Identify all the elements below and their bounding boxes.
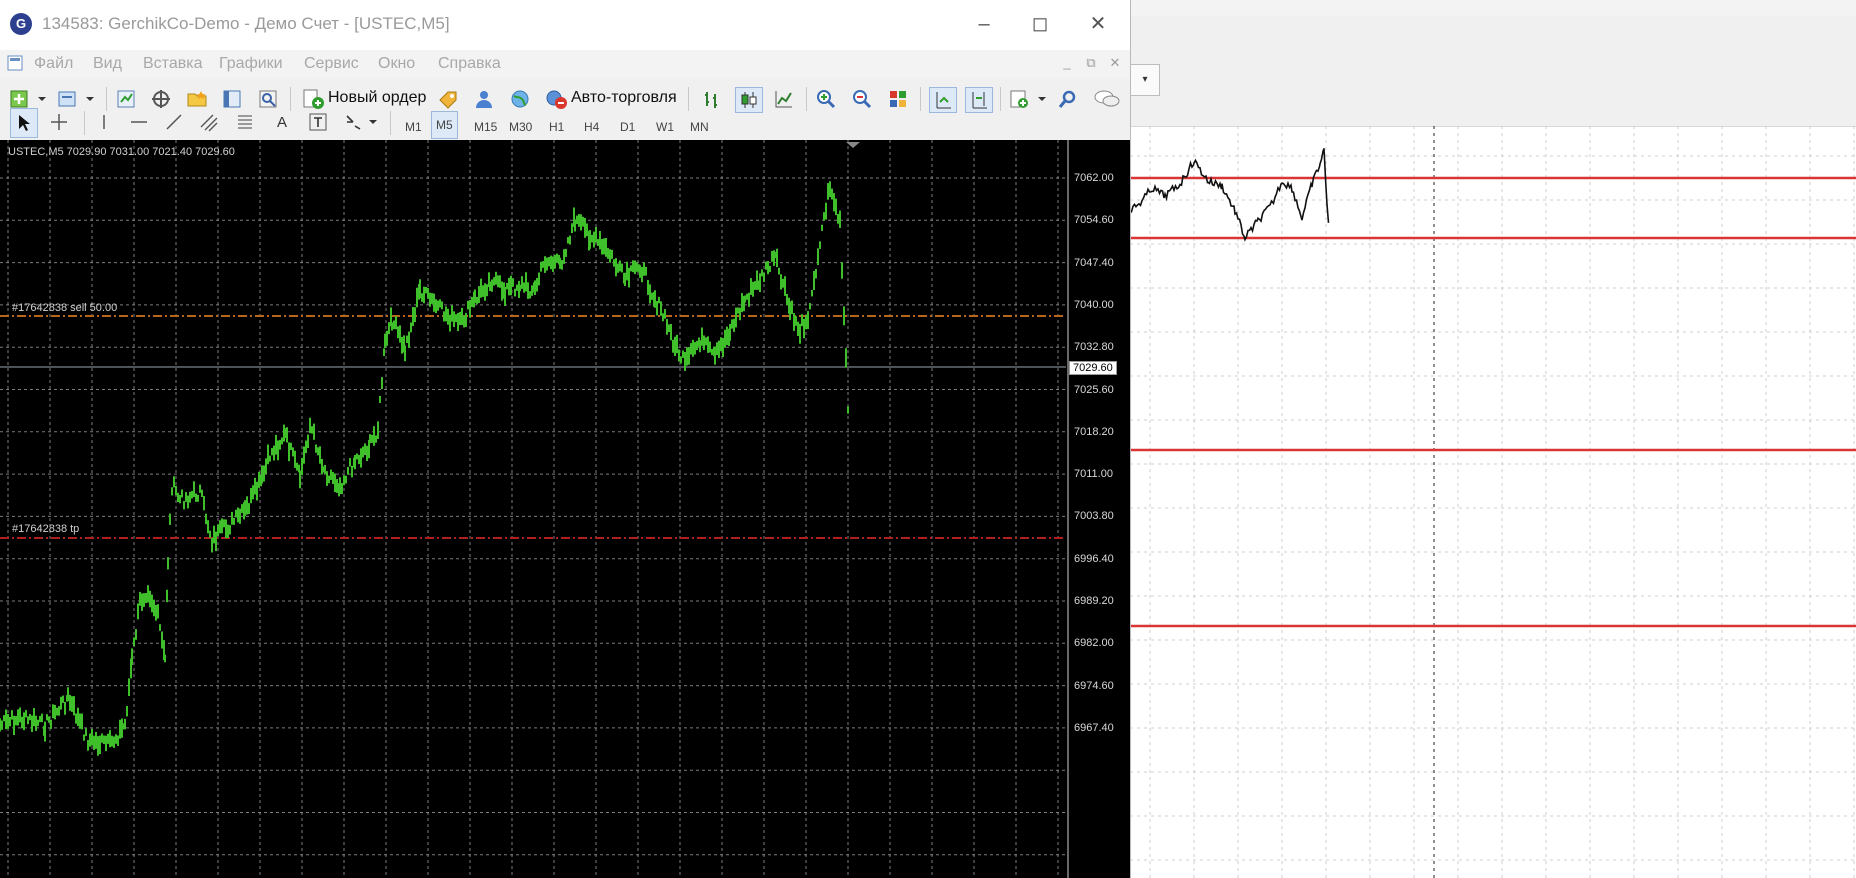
strategy-tester-icon[interactable]	[256, 88, 280, 110]
timeframe-d1[interactable]: D1	[620, 120, 635, 134]
price-tick: 6974.60	[1074, 679, 1114, 692]
candlestick-chart-icon[interactable]	[735, 87, 763, 113]
price-tick: 7025.60	[1074, 383, 1114, 396]
menu-view[interactable]: Вид	[93, 55, 122, 73]
equidistant-channel-icon[interactable]	[197, 110, 223, 134]
current-price-tag: 7029.60	[1069, 361, 1117, 375]
price-tick: 7003.80	[1074, 510, 1114, 523]
drawing-toolbar: A	[0, 108, 1130, 140]
timeframe-m1[interactable]: M1	[405, 120, 422, 134]
text-label-icon[interactable]	[306, 110, 330, 134]
new-chart-icon[interactable]	[8, 88, 48, 110]
price-chart-canvas	[0, 140, 1069, 878]
menu-tools[interactable]: Сервис	[304, 55, 359, 73]
timeframe-h1[interactable]: H1	[549, 120, 564, 134]
terminal-window: G 134583: GerchikCo-Demo - Демо Счет - […	[0, 0, 1131, 878]
title-bar: G 134583: GerchikCo-Demo - Демо Счет - […	[0, 0, 1130, 50]
menu-charts[interactable]: Графики	[219, 55, 283, 73]
menu-window[interactable]: Окно	[378, 55, 415, 73]
folder-star-icon[interactable]	[185, 88, 209, 110]
menu-bar: Файл Вид Вставка Графики Сервис Окно Спр…	[0, 50, 1130, 78]
background-chart-window: ▾	[1130, 0, 1856, 878]
minimize-button[interactable]: –	[962, 8, 1006, 40]
chat-icon[interactable]	[1092, 88, 1122, 110]
bg-toolbar: ▾	[1130, 16, 1856, 127]
price-tick: 6996.40	[1074, 552, 1114, 565]
zoom-in-icon[interactable]	[814, 88, 838, 110]
price-tick: 7011.00	[1074, 468, 1113, 481]
bg-price-line	[1130, 148, 1330, 242]
timeframe-w1[interactable]: W1	[656, 120, 674, 134]
chart-header: USTEC,M5 7029.90 7031.00 7021.40 7029.60	[8, 146, 235, 158]
navigator-icon[interactable]	[149, 88, 173, 110]
price-tick: 7054.60	[1074, 214, 1114, 227]
auto-scroll-icon[interactable]	[965, 87, 993, 113]
timeframe-h4[interactable]: H4	[584, 120, 599, 134]
auto-trading-icon[interactable]	[543, 88, 569, 110]
menu-help[interactable]: Справка	[438, 55, 501, 73]
app-logo-icon: G	[10, 13, 32, 35]
cursor-icon[interactable]	[10, 108, 38, 138]
take-profit-label: #17642838 tp	[12, 523, 80, 535]
price-tick: 7040.00	[1074, 298, 1114, 311]
terminal-panel-icon[interactable]	[220, 88, 244, 110]
trend-line-icon[interactable]	[162, 110, 186, 134]
market-globe-icon[interactable]	[508, 88, 532, 110]
price-tick: 7032.80	[1074, 341, 1114, 354]
timeframe-m5[interactable]: M5	[431, 111, 458, 139]
price-tick: 6967.40	[1074, 721, 1114, 734]
close-button[interactable]: ✕	[1076, 8, 1120, 40]
profiles-icon[interactable]	[56, 88, 96, 110]
vertical-line-icon[interactable]	[92, 110, 116, 134]
account-user-icon[interactable]	[472, 88, 496, 110]
zoom-out-icon[interactable]	[850, 88, 874, 110]
horizontal-line-icon[interactable]	[127, 110, 151, 134]
timeframe-m30[interactable]: M30	[509, 120, 532, 134]
indicators-icon[interactable]	[1008, 88, 1048, 110]
tile-windows-icon[interactable]	[886, 88, 910, 110]
new-order-icon[interactable]	[300, 88, 326, 110]
search-icon[interactable]	[1056, 88, 1080, 110]
new-order-button[interactable]: Новый ордер	[328, 89, 426, 107]
window-title: 134583: GerchikCo-Demo - Демо Счет - [US…	[42, 14, 450, 33]
bg-dropdown-button[interactable]: ▾	[1130, 64, 1160, 96]
mdi-minimize-button[interactable]: _	[1057, 53, 1077, 73]
text-tool-icon[interactable]: A	[270, 110, 294, 134]
menu-insert[interactable]: Вставка	[143, 55, 202, 73]
chart-shift-icon[interactable]	[929, 87, 957, 113]
arrows-shapes-icon[interactable]	[342, 110, 380, 134]
mdi-close-button[interactable]: ✕	[1105, 53, 1125, 73]
line-chart-icon[interactable]	[772, 88, 796, 110]
document-icon[interactable]	[6, 54, 24, 72]
price-tick: 6989.20	[1074, 595, 1114, 607]
market-watch-icon[interactable]	[114, 88, 138, 110]
menu-file[interactable]: Файл	[34, 55, 73, 73]
price-tick: 7047.40	[1074, 256, 1114, 269]
crosshair-icon[interactable]	[46, 110, 72, 134]
price-tick: 7062.00	[1074, 172, 1114, 184]
signal-tag-icon[interactable]	[436, 88, 460, 110]
auto-trading-button[interactable]: Авто-торговля	[571, 89, 677, 107]
timeframe-mn[interactable]: MN	[690, 120, 709, 134]
bg-title-strip	[1130, 0, 1856, 16]
background-chart	[1130, 126, 1856, 878]
price-chart[interactable]: USTEC,M5 7029.90 7031.00 7021.40 7029.60…	[0, 140, 1130, 878]
sell-order-label: #17642838 sell 50.00	[12, 302, 118, 314]
bar-chart-icon[interactable]	[700, 88, 724, 110]
maximize-button[interactable]: ◻	[1018, 8, 1062, 40]
fibonacci-icon[interactable]	[233, 110, 259, 134]
price-tick: 6982.00	[1074, 637, 1114, 650]
timeframe-m15[interactable]: M15	[474, 120, 497, 134]
mdi-restore-button[interactable]: ⧉	[1081, 53, 1101, 73]
price-tick: 7018.20	[1074, 425, 1114, 438]
